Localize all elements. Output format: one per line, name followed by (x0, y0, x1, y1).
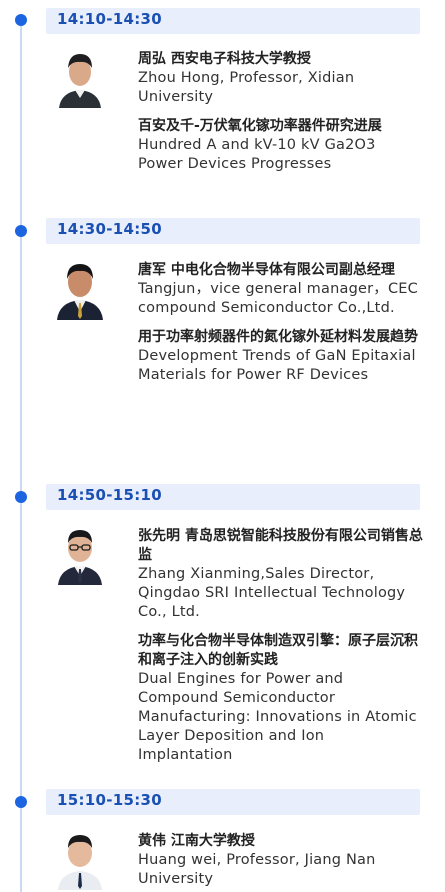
talk-title-cn: 百安及千-万伏氧化镓功率器件研究进展 (138, 118, 382, 134)
time-bar: 14:30-14:50 (46, 218, 420, 244)
session-time: 14:10-14:30 (57, 10, 163, 28)
talk-title-en: Dual Engines for Power and Compound Semi… (138, 671, 417, 763)
talk-title-en: Development Trends of GaN Epitaxial Mate… (138, 348, 416, 383)
session-time: 14:30-14:50 (57, 220, 163, 238)
speaker-name-cn: 唐军 中电化合物半导体有限公司副总经理 (138, 262, 395, 278)
timeline-line (20, 20, 22, 892)
speaker-name-en: Zhou Hong, Professor, Xidian University (138, 70, 355, 105)
timeline-dot (15, 225, 27, 237)
timeline-dot (15, 14, 27, 26)
speaker-name-cn: 张先明 青岛思锐智能科技股份有限公司销售总监 (138, 528, 423, 563)
person-photo-icon (55, 826, 105, 890)
speaker-name-en: Zhang Xianming,Sales Director, Qingdao S… (138, 566, 406, 620)
talk-title-cn: 功率与化合物半导体制造双引擎：原子层沉积和离子注入的创新实践 (138, 633, 418, 668)
speaker-name-cn: 周弘 西安电子科技大学教授 (138, 51, 311, 67)
session-time: 15:10-15:30 (57, 791, 163, 809)
talk-title-en: Hundred A and kV-10 kV Ga2O3 Power Devic… (138, 137, 376, 172)
speaker-name-en: Huang wei, Professor, Jiang Nan Universi… (138, 852, 376, 887)
speaker-name-cn: 黄伟 江南大学教授 (138, 833, 255, 849)
timeline-dot (15, 796, 27, 808)
talk-title-cn: 用于功率射频器件的氮化镓外延材料发展趋势 (138, 329, 418, 345)
timeline-dot (15, 491, 27, 503)
time-bar: 15:10-15:30 (46, 789, 420, 815)
speaker-name-en: Tangjun，vice general manager，CEC compoun… (138, 281, 418, 316)
person-photo-icon (55, 256, 105, 320)
time-bar: 14:10-14:30 (46, 8, 420, 34)
session-time: 14:50-15:10 (57, 486, 163, 504)
person-photo-icon (55, 44, 105, 108)
time-bar: 14:50-15:10 (46, 484, 420, 510)
person-photo-icon (55, 521, 105, 585)
